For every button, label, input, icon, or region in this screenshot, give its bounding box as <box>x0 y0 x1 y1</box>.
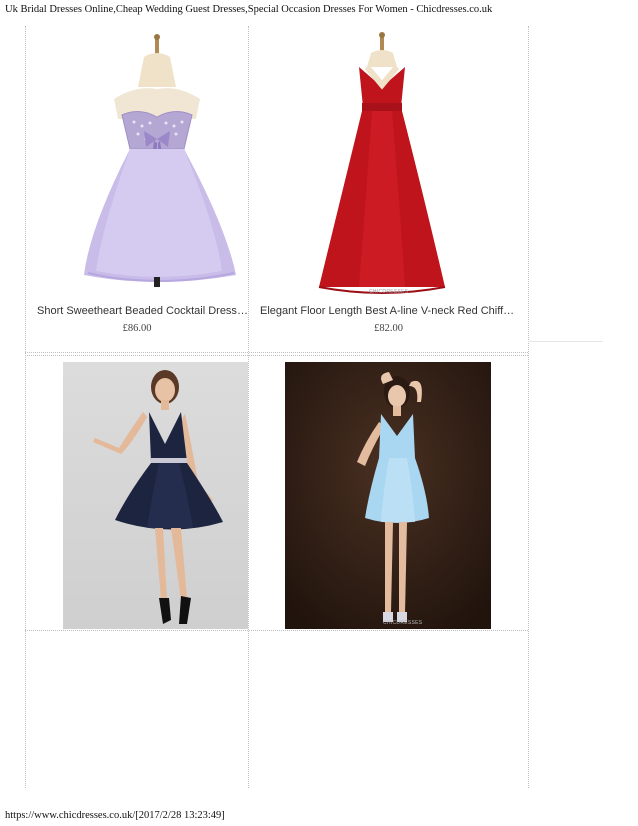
product-card[interactable]: CHICDRESSES <box>249 356 528 630</box>
watermark: CHICDRESSES <box>369 289 409 295</box>
watermark: CHICDRESSES <box>383 620 423 626</box>
product-image[interactable]: CHICDRESSES <box>249 27 528 297</box>
product-card[interactable] <box>26 356 248 630</box>
grid-line <box>528 341 603 342</box>
product-image[interactable]: CHICDRESSES <box>285 362 491 629</box>
navy-v-neck-dress-photo <box>63 362 248 629</box>
empty-product-slot <box>26 631 248 788</box>
product-card[interactable]: Short Sweetheart Beaded Cocktail Dresses… <box>26 27 248 352</box>
footer-url: https://www.chicdresses.co.uk/[2017/2/28… <box>5 810 225 821</box>
product-price: £86.00 <box>122 323 152 334</box>
product-price: £82.00 <box>374 323 403 334</box>
grid-line <box>25 352 528 353</box>
product-name[interactable]: Short Sweetheart Beaded Cocktail Dresses… <box>37 305 248 317</box>
product-name[interactable]: Elegant Floor Length Best A-line V-neck … <box>260 305 518 317</box>
page-title: Uk Bridal Dresses Online,Cheap Wedding G… <box>5 4 493 15</box>
product-image[interactable] <box>26 27 248 297</box>
lavender-cocktail-dress-icon <box>26 27 248 297</box>
product-card[interactable]: CHICDRESSES Elegant Floor Length Best A-… <box>249 27 528 352</box>
product-image[interactable] <box>63 362 248 629</box>
light-blue-halter-dress-photo <box>285 362 491 629</box>
red-evening-gown-icon <box>249 27 528 297</box>
empty-product-slot <box>249 631 528 788</box>
grid-line <box>528 26 529 788</box>
